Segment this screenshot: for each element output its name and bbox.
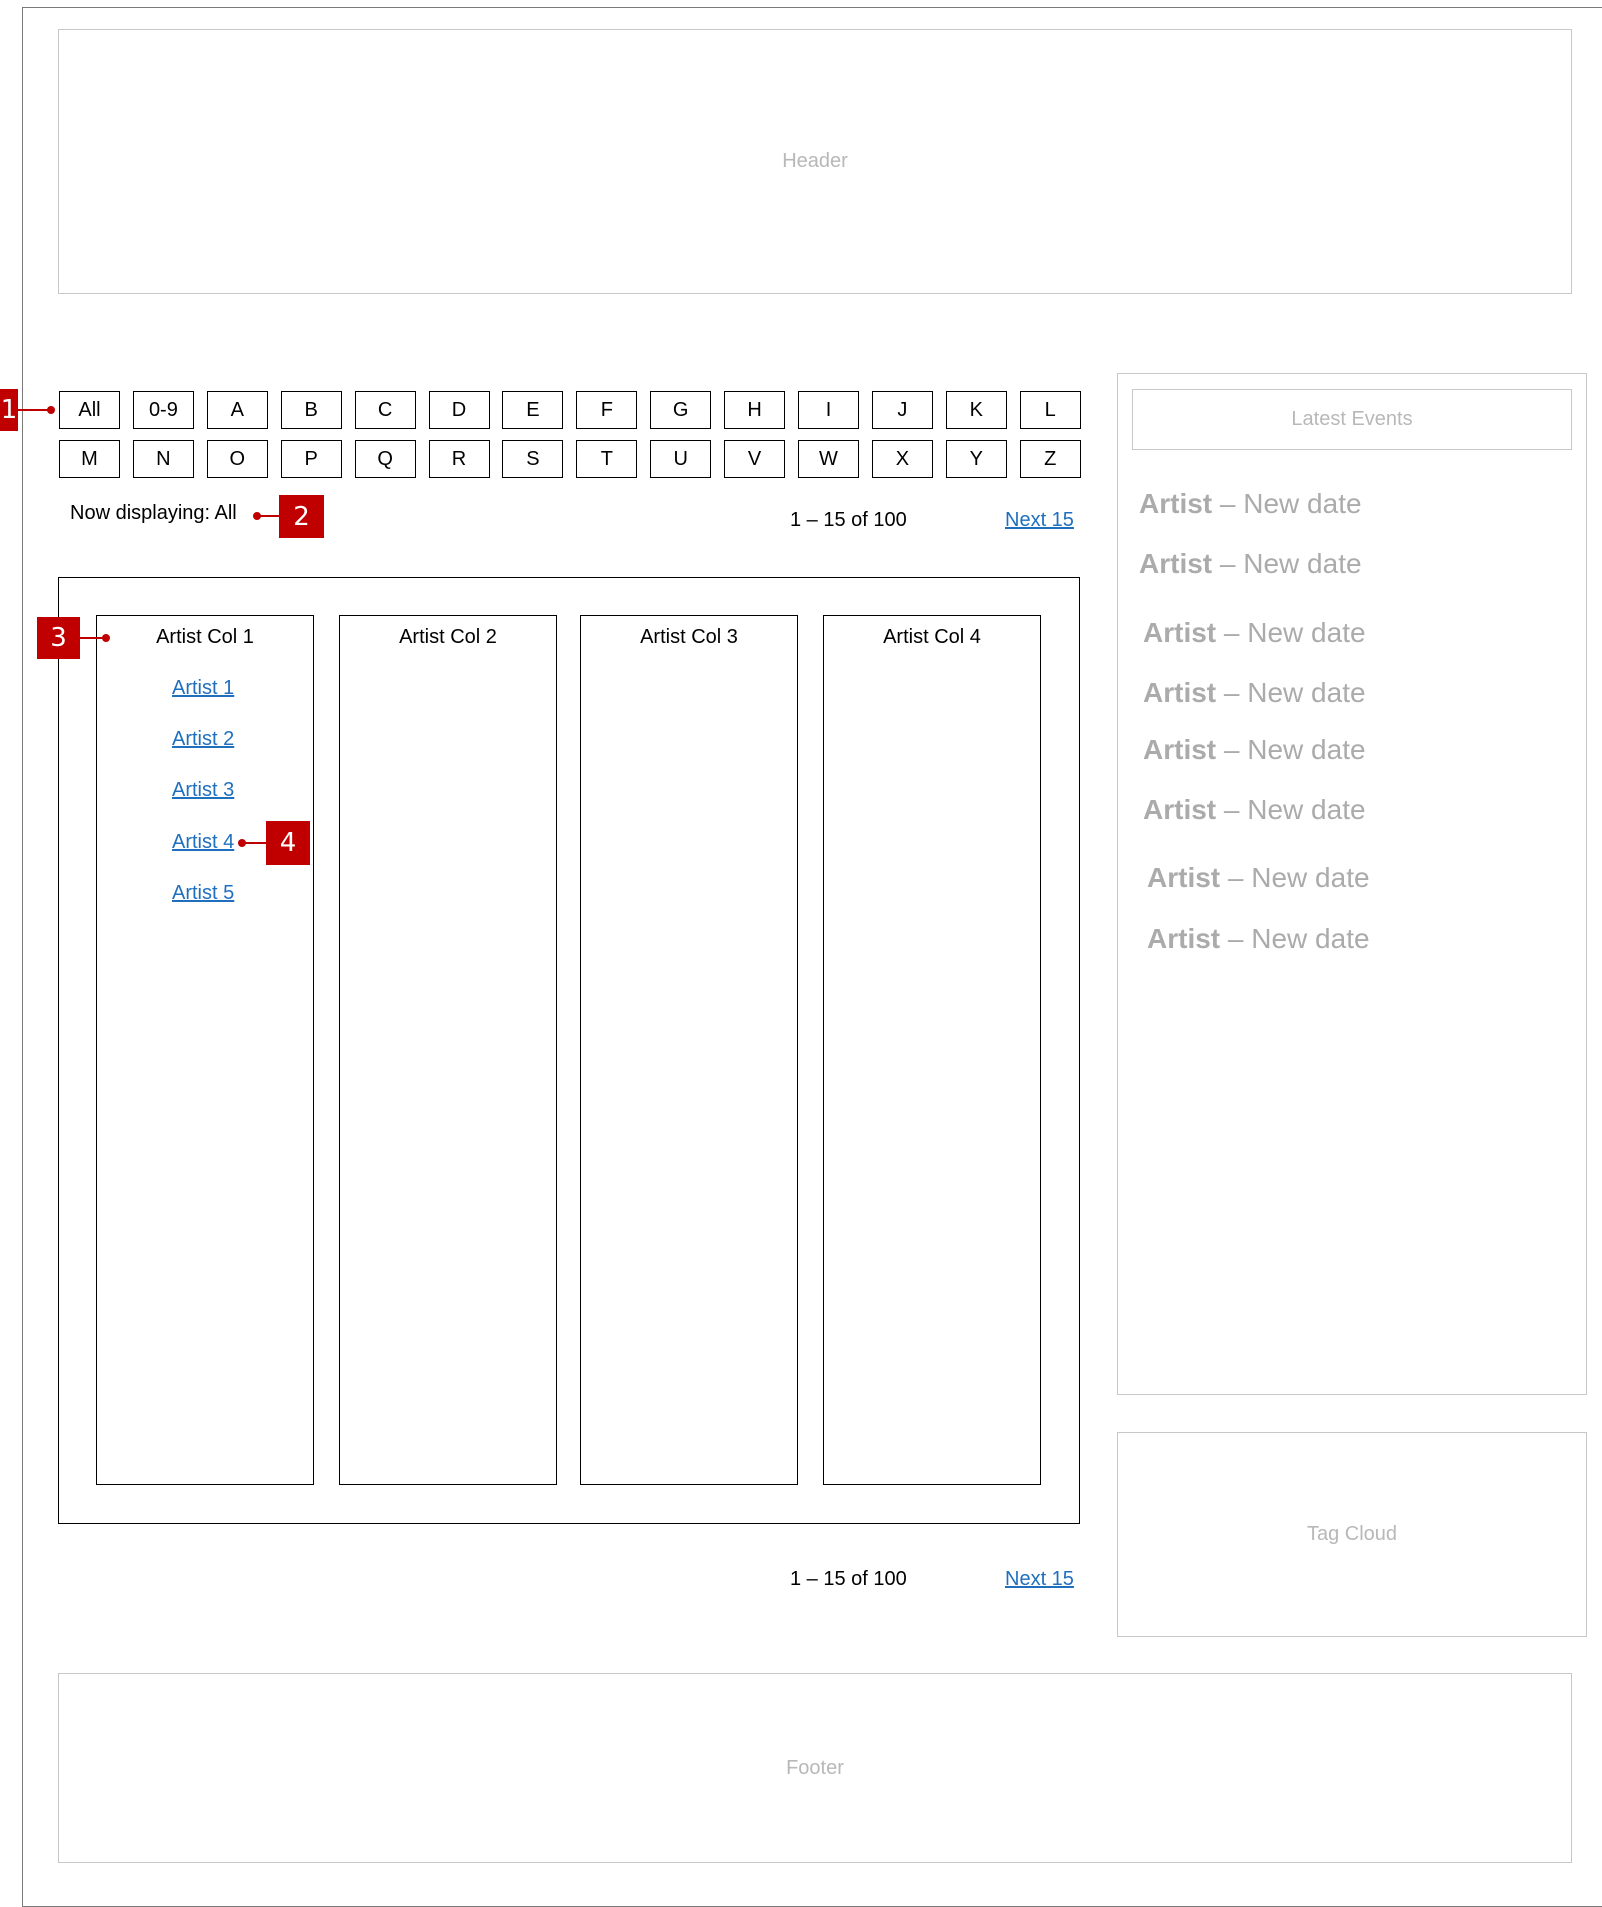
event-item[interactable]: Artist – New date	[1143, 617, 1366, 649]
footer-label: Footer	[786, 1756, 844, 1779]
event-artist: Artist	[1147, 862, 1221, 893]
letter-filter-button[interactable]: 0-9	[132, 391, 194, 429]
letter-filter-button[interactable]: G	[650, 391, 712, 429]
next-page-link-top[interactable]: Next 15	[1005, 509, 1074, 532]
event-separator: –	[1216, 734, 1248, 765]
letter-filter-button[interactable]: H	[724, 391, 786, 429]
event-artist: Artist	[1143, 677, 1217, 708]
pagination-range-top: 1 – 15 of 100	[790, 509, 907, 531]
letter-filter-button[interactable]: B	[280, 391, 342, 429]
artist-link[interactable]: Artist 1	[172, 677, 234, 700]
letter-filter-button[interactable]: Y	[945, 440, 1007, 478]
artist-column-title: Artist Col 1	[156, 626, 254, 648]
annotation-dot-4	[238, 839, 246, 847]
letter-filter-button[interactable]: U	[650, 440, 712, 478]
artist-column-3: Artist Col 3	[580, 615, 798, 1485]
annotation-dot-2	[253, 512, 261, 520]
artist-column-4: Artist Col 4	[823, 615, 1041, 1485]
artist-link[interactable]: Artist 5	[172, 882, 234, 905]
annotation-dot-3	[102, 634, 110, 642]
annotation-marker-2: 2	[279, 495, 324, 538]
event-item[interactable]: Artist – New date	[1147, 862, 1370, 894]
event-separator: –	[1212, 488, 1244, 519]
event-date: New date	[1247, 794, 1366, 825]
event-date: New date	[1247, 617, 1366, 648]
tag-cloud-label: Tag Cloud	[1306, 1523, 1398, 1545]
letter-filter-button[interactable]: D	[428, 391, 490, 429]
artist-column-title: Artist Col 3	[640, 626, 738, 648]
pagination-range-bottom: 1 – 15 of 100	[790, 1568, 907, 1590]
header: Header	[58, 29, 1572, 294]
event-item[interactable]: Artist – New date	[1143, 677, 1366, 709]
header-label: Header	[782, 150, 848, 172]
artist-column-1: Artist Col 1 Artist 1 Artist 2 Artist 3 Arti…	[96, 615, 314, 1485]
letter-filter-button[interactable]: F	[576, 391, 638, 429]
letter-filter-button[interactable]: J	[871, 391, 933, 429]
letter-filter-button[interactable]: C	[354, 391, 416, 429]
tag-cloud-panel: Tag Cloud	[1117, 1432, 1587, 1637]
event-date: New date	[1247, 677, 1366, 708]
footer: Footer	[58, 1673, 1572, 1863]
letter-filter-button[interactable]: All	[59, 391, 120, 429]
event-date: New date	[1243, 488, 1362, 519]
event-date: New date	[1251, 862, 1370, 893]
event-separator: –	[1216, 617, 1248, 648]
letter-filter-button[interactable]: Z	[1019, 440, 1081, 478]
letter-filter-button[interactable]: O	[206, 440, 268, 478]
event-artist: Artist	[1143, 734, 1217, 765]
letter-filter-button[interactable]: T	[576, 440, 638, 478]
event-artist: Artist	[1139, 488, 1213, 519]
event-separator: –	[1220, 862, 1252, 893]
event-artist: Artist	[1147, 923, 1221, 954]
annotation-dot-1	[47, 406, 55, 414]
event-artist: Artist	[1139, 548, 1213, 579]
letter-filter-button[interactable]: L	[1019, 391, 1081, 429]
event-item[interactable]: Artist – New date	[1139, 488, 1362, 520]
event-separator: –	[1212, 548, 1244, 579]
letter-filter-button[interactable]: M	[59, 440, 120, 478]
event-artist: Artist	[1143, 617, 1217, 648]
event-item[interactable]: Artist – New date	[1147, 923, 1370, 955]
event-item[interactable]: Artist – New date	[1143, 734, 1366, 766]
letter-filter-button[interactable]: A	[206, 391, 268, 429]
letter-filter-button[interactable]: K	[945, 391, 1007, 429]
next-page-link-bottom[interactable]: Next 15	[1005, 1568, 1074, 1591]
letter-filter-button[interactable]: N	[132, 440, 194, 478]
letter-filter-button[interactable]: W	[798, 440, 859, 478]
letter-filter-button[interactable]: X	[871, 440, 933, 478]
annotation-marker-4: 4	[266, 821, 310, 865]
letter-filter-button[interactable]: Q	[354, 440, 416, 478]
artist-link[interactable]: Artist 4	[172, 831, 234, 854]
annotation-marker-1: 1	[0, 389, 18, 431]
artist-column-2: Artist Col 2	[339, 615, 557, 1485]
letter-filter-button[interactable]: E	[502, 391, 564, 429]
letter-filter-button[interactable]: I	[798, 391, 859, 429]
letter-filter-button[interactable]: S	[502, 440, 564, 478]
artist-link[interactable]: Artist 2	[172, 728, 234, 751]
event-separator: –	[1216, 677, 1248, 708]
artist-column-title: Artist Col 4	[883, 626, 981, 648]
event-date: New date	[1251, 923, 1370, 954]
letter-filter-button[interactable]: P	[280, 440, 342, 478]
now-displaying-label: Now displaying: All	[70, 502, 237, 524]
event-artist: Artist	[1143, 794, 1217, 825]
event-separator: –	[1216, 794, 1248, 825]
latest-events-title-text: Latest Events	[1291, 408, 1413, 430]
event-separator: –	[1220, 923, 1252, 954]
artist-link[interactable]: Artist 3	[172, 779, 234, 802]
annotation-marker-3: 3	[37, 617, 80, 659]
artist-column-title: Artist Col 2	[399, 626, 497, 648]
event-date: New date	[1247, 734, 1366, 765]
event-item[interactable]: Artist – New date	[1143, 794, 1366, 826]
event-date: New date	[1243, 548, 1362, 579]
latest-events-title: Latest Events	[1132, 389, 1572, 450]
event-item[interactable]: Artist – New date	[1139, 548, 1362, 580]
letter-filter-button[interactable]: R	[428, 440, 490, 478]
letter-filter-button[interactable]: V	[724, 440, 786, 478]
